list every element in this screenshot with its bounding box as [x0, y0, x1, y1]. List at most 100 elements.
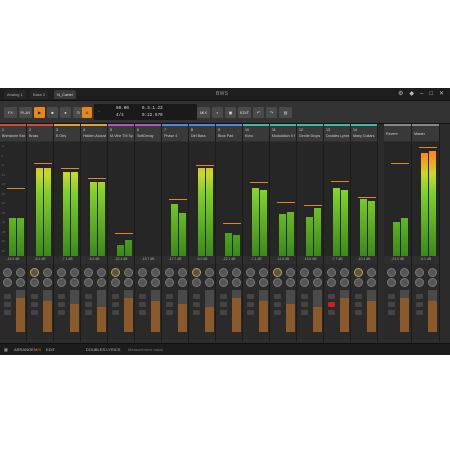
mute-button[interactable]	[247, 302, 254, 307]
solo-button[interactable]	[166, 310, 173, 315]
solo-button[interactable]	[220, 310, 227, 315]
record-arm-button[interactable]	[31, 294, 38, 299]
square-icon[interactable]: ▣	[225, 107, 236, 118]
track-header[interactable]: 13 Doubles Lyrics	[324, 126, 350, 141]
solo-button[interactable]	[301, 310, 308, 315]
send-knob[interactable]	[16, 268, 25, 277]
send-knob[interactable]	[111, 278, 120, 287]
pan-knob[interactable]	[273, 268, 282, 277]
send-knob[interactable]	[70, 278, 79, 287]
send-knob[interactable]	[97, 268, 106, 277]
send-knob[interactable]	[232, 278, 241, 287]
record-arm-button[interactable]	[355, 294, 362, 299]
solo-button[interactable]	[328, 310, 335, 315]
undo-icon[interactable]: ↶	[253, 107, 264, 118]
send-knob[interactable]	[124, 278, 133, 287]
play-icon[interactable]: ▶	[34, 107, 45, 118]
send-knob[interactable]	[138, 278, 147, 287]
send-knob[interactable]	[340, 278, 349, 287]
send-knob[interactable]	[415, 278, 424, 287]
record-arm-button[interactable]	[220, 294, 227, 299]
send-knob[interactable]	[192, 278, 201, 287]
mute-button[interactable]	[355, 302, 362, 307]
time-signature[interactable]: 4/4	[116, 113, 124, 118]
tab-analog[interactable]: Analog 1	[4, 90, 26, 99]
send-knob[interactable]	[57, 278, 66, 287]
record-arm-button[interactable]	[85, 294, 92, 299]
pan-knob[interactable]	[84, 268, 93, 277]
pan-knob[interactable]	[387, 268, 396, 277]
mute-button[interactable]	[274, 302, 281, 307]
record-arm-button[interactable]	[388, 294, 395, 299]
send-knob[interactable]	[259, 278, 268, 287]
send-knob[interactable]	[400, 268, 409, 277]
tab-bass[interactable]: Bass 2	[30, 90, 49, 99]
track-header[interactable]: 11 Modulation X Fx	[270, 126, 296, 141]
send-knob[interactable]	[273, 278, 282, 287]
mute-button[interactable]	[112, 302, 119, 307]
record-arm-button[interactable]	[112, 294, 119, 299]
send-knob[interactable]	[387, 278, 396, 287]
send-knob[interactable]	[327, 278, 336, 287]
pan-knob[interactable]	[57, 268, 66, 277]
solo-button[interactable]	[58, 310, 65, 315]
send-knob[interactable]	[354, 278, 363, 287]
pan-knob[interactable]	[165, 268, 174, 277]
send-knob[interactable]	[178, 278, 187, 287]
send-knob[interactable]	[259, 268, 268, 277]
send-knob[interactable]	[246, 278, 255, 287]
track-header[interactable]: 8 Dirt Bass	[189, 126, 215, 141]
mix-tab[interactable]: MIX	[34, 347, 41, 352]
track-header[interactable]: 1 Brimstone Kick	[0, 126, 26, 141]
send-knob[interactable]	[178, 268, 187, 277]
send-knob[interactable]	[16, 278, 25, 287]
solo-button[interactable]	[85, 310, 92, 315]
mute-button[interactable]	[166, 302, 173, 307]
record-icon[interactable]: ●	[60, 107, 71, 118]
track-header[interactable]: 14 Many Guitars	[351, 126, 377, 141]
send-knob[interactable]	[151, 268, 160, 277]
mute-button[interactable]	[4, 302, 11, 307]
solo-button[interactable]	[388, 310, 395, 315]
mix-button[interactable]: MIX	[197, 107, 210, 118]
grid-icon[interactable]: ▦	[4, 347, 8, 352]
solo-button[interactable]	[4, 310, 11, 315]
send-knob[interactable]	[313, 278, 322, 287]
record-arm-button[interactable]	[247, 294, 254, 299]
track-header[interactable]: 7 Phase 4	[162, 126, 188, 141]
send-knob[interactable]	[367, 268, 376, 277]
record-arm-button[interactable]	[274, 294, 281, 299]
send-knob[interactable]	[219, 278, 228, 287]
pan-knob[interactable]	[219, 268, 228, 277]
record-arm-button[interactable]	[328, 294, 335, 299]
gear-icon[interactable]: ⚙	[398, 90, 403, 99]
track-header[interactable]: 2 Brass	[27, 126, 53, 141]
send-knob[interactable]	[340, 268, 349, 277]
solo-button[interactable]	[31, 310, 38, 315]
redo-icon[interactable]: ↷	[266, 107, 277, 118]
pan-knob[interactable]	[354, 268, 363, 277]
track-header[interactable]: 4 Hidden Acoustic	[81, 126, 107, 141]
arrange-tab[interactable]: ARRANGE	[14, 347, 34, 352]
close-icon[interactable]: ✕	[439, 90, 444, 99]
send-knob[interactable]	[165, 278, 174, 287]
send-knob[interactable]	[286, 268, 295, 277]
mute-button[interactable]	[388, 302, 395, 307]
solo-button[interactable]	[139, 310, 146, 315]
mute-button[interactable]	[193, 302, 200, 307]
fx-button[interactable]: FX	[4, 107, 17, 118]
track-header[interactable]: Reverb	[384, 126, 411, 141]
send-knob[interactable]	[124, 268, 133, 277]
pan-knob[interactable]	[192, 268, 201, 277]
send-knob[interactable]	[205, 278, 214, 287]
send-knob[interactable]	[300, 278, 309, 287]
mute-button[interactable]	[220, 302, 227, 307]
send-knob[interactable]	[3, 278, 12, 287]
tempo-value[interactable]: 80.00	[116, 106, 129, 111]
record-arm-button[interactable]	[58, 294, 65, 299]
play-label-button[interactable]: PLAY	[19, 107, 32, 118]
solo-button[interactable]	[355, 310, 362, 315]
bell-icon[interactable]: ◆	[409, 90, 414, 99]
mute-button[interactable]	[139, 302, 146, 307]
track-header[interactable]: 6 SoftDecay	[135, 126, 161, 141]
